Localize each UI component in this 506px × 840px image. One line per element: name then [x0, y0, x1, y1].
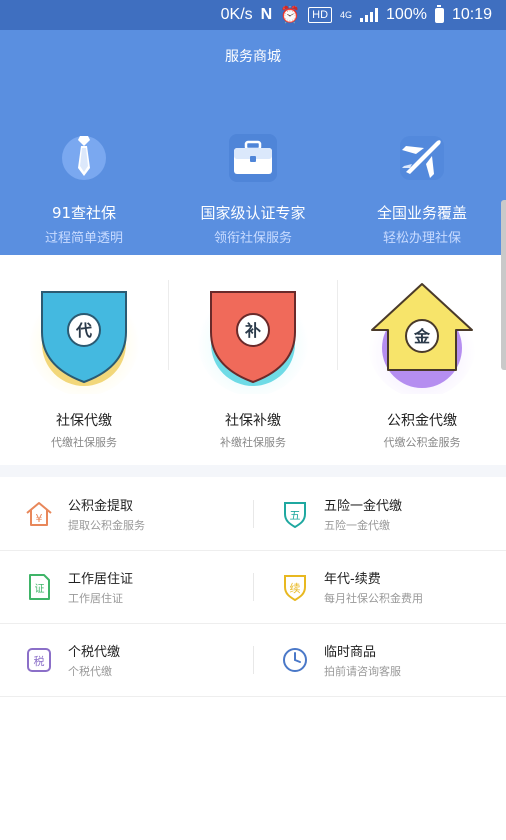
- service-subtitle: 代缴公积金服务: [383, 436, 461, 449]
- item-subtitle: 五险一金代缴: [324, 519, 390, 532]
- house-yen-icon: ¥: [26, 502, 52, 526]
- svg-text:¥: ¥: [36, 512, 43, 525]
- shield-renew-icon: 续: [284, 575, 306, 602]
- tie-icon: [62, 136, 106, 180]
- item-title: 工作居住证: [68, 572, 134, 587]
- battery-icon: [434, 4, 444, 23]
- badge-char: 补: [244, 321, 261, 340]
- feature-experts: 国家级认证专家 领衔社保服务: [169, 128, 337, 246]
- divider: [253, 573, 254, 601]
- item-subtitle: 工作居住证: [68, 592, 123, 605]
- list-row: 税 个税代缴 个税代缴 临时商品 拍前请咨询客服: [0, 624, 506, 697]
- list-row: 证 工作居住证 工作居住证 续 年代-续费 每月社保公积金费用: [0, 551, 506, 624]
- item-title: 五险一金代缴: [324, 499, 403, 514]
- page-title: 服务商城: [225, 49, 281, 65]
- badge-char: 代: [75, 321, 92, 340]
- item-subtitle: 提取公积金服务: [68, 519, 145, 532]
- status-bar: 0K/s N ⏰ HD 4G 100% 10:19: [0, 0, 506, 30]
- divider: [253, 646, 254, 674]
- service-title: 社保补缴: [225, 413, 281, 429]
- shield-badge-icon: 补: [197, 284, 309, 394]
- divider: [253, 500, 254, 528]
- svg-text:续: 续: [290, 581, 301, 595]
- service-title: 公积金代缴: [387, 413, 457, 429]
- tax-icon: 税: [27, 648, 51, 672]
- signal-icon: [360, 8, 379, 22]
- list-item-fund-withdraw[interactable]: ¥ 公积金提取 提取公积金服务: [0, 478, 250, 550]
- feature-title: 全国业务覆盖: [376, 204, 467, 222]
- clock-icon: [283, 648, 307, 672]
- shield-badge-icon: 代: [28, 284, 140, 394]
- item-title: 个税代缴: [68, 645, 121, 660]
- item-title: 临时商品: [324, 645, 377, 660]
- alarm-icon: ⏰: [280, 7, 301, 24]
- item-subtitle: 个税代缴: [68, 665, 112, 678]
- feature-subtitle: 轻松办理社保: [382, 231, 461, 246]
- list-item-tax-payment[interactable]: 税 个税代缴 个税代缴: [0, 624, 250, 696]
- briefcase-icon: [229, 134, 277, 182]
- feature-title: 91查社保: [51, 204, 117, 222]
- network-type: 4G: [340, 9, 353, 20]
- hd-badge: HD: [308, 7, 333, 23]
- certificate-icon: 证: [29, 574, 50, 600]
- list-row: ¥ 公积金提取 提取公积金服务 五 五险一金代缴 五险一金代缴: [0, 478, 506, 551]
- feature-transparent: 91查社保 过程简单透明: [0, 128, 168, 246]
- feature-nationwide: 全国业务覆盖 轻松办理社保: [338, 128, 506, 246]
- list-item-residence-permit[interactable]: 证 工作居住证 工作居住证: [0, 551, 250, 623]
- list-item-annual-renewal[interactable]: 续 年代-续费 每月社保公积金费用: [256, 551, 506, 623]
- battery-level: 100%: [386, 6, 427, 23]
- nfc-icon: N: [260, 6, 273, 23]
- badge-char: 金: [413, 327, 431, 346]
- feature-subtitle: 过程简单透明: [44, 231, 123, 246]
- service-fund-payment[interactable]: 金 公积金代缴 代缴公积金服务: [338, 270, 506, 460]
- banner: 服务商城 91查社保 过程简单透明 国家级认证专家 领衔社保服务 全国业务覆盖 …: [0, 30, 506, 255]
- list-item-five-insurance[interactable]: 五 五险一金代缴 五险一金代缴: [256, 478, 506, 550]
- service-social-payment[interactable]: 代 社保代缴 代缴社保服务: [0, 270, 168, 460]
- house-badge-icon: 金: [368, 283, 476, 394]
- shield-five-icon: 五: [284, 502, 306, 529]
- service-title: 社保代缴: [56, 413, 112, 429]
- clock: 10:19: [451, 6, 492, 23]
- service-subtitle: 补缴社保服务: [220, 436, 286, 449]
- item-subtitle: 每月社保公积金费用: [324, 592, 423, 605]
- item-title: 年代-续费: [324, 572, 381, 587]
- service-subtitle: 代缴社保服务: [51, 436, 117, 449]
- svg-text:税: 税: [34, 654, 45, 668]
- svg-text:五: 五: [290, 509, 301, 522]
- item-subtitle: 拍前请咨询客服: [324, 665, 401, 678]
- list-item-temporary-goods[interactable]: 临时商品 拍前请咨询客服: [256, 624, 506, 696]
- feature-subtitle: 领衔社保服务: [213, 231, 292, 246]
- scrollbar[interactable]: [501, 200, 506, 370]
- section-gap: [0, 465, 506, 477]
- service-social-makeup[interactable]: 补 社保补缴 补缴社保服务: [169, 270, 337, 460]
- airplane-icon: [400, 136, 444, 180]
- svg-text:证: 证: [35, 583, 45, 595]
- item-title: 公积金提取: [68, 499, 134, 514]
- network-speed: 0K/s: [220, 6, 253, 23]
- feature-title: 国家级认证专家: [200, 204, 306, 222]
